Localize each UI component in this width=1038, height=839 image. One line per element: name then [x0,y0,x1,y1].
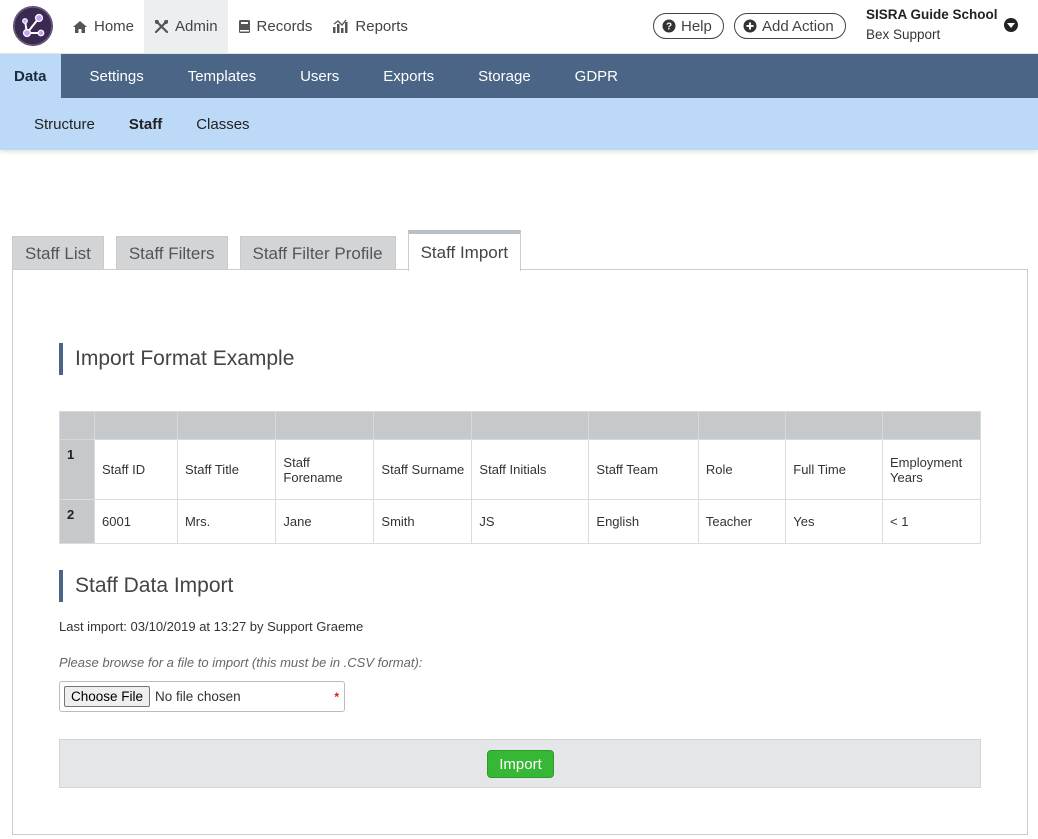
topnav-reports[interactable]: Reports [322,0,418,53]
mainnav-exports[interactable]: Exports [361,54,456,98]
row-number: 1 [59,439,95,500]
table-cell: Teacher [697,499,787,544]
topnav-home-label: Home [94,18,135,35]
add-action-label: Add Action [762,17,834,35]
topnav-records-label: Records [256,18,313,35]
table-header-row [59,411,981,440]
table-header-cell [588,411,699,440]
tab-staff-list[interactable]: Staff List [12,236,104,270]
subnav-classes[interactable]: Classes [179,98,266,150]
mainnav-data[interactable]: Data [0,54,61,98]
table-cell: Employment Years [882,439,981,500]
main-navigation: Data Settings Templates Users Exports St… [0,54,1038,98]
topnav-reports-label: Reports [355,18,408,35]
home-icon [72,20,88,34]
tab-staff-filter-profile[interactable]: Staff Filter Profile [239,236,396,270]
table-cell: < 1 [882,499,981,544]
mainnav-templates[interactable]: Templates [166,54,278,98]
tab-staff-filters[interactable]: Staff Filters [115,236,228,270]
browse-hint-text: Please browse for a file to import (this… [59,655,423,670]
table-cell: Staff Title [176,439,277,500]
tools-icon [154,19,169,34]
subnav-staff[interactable]: Staff [112,98,179,150]
data-import-heading: Staff Data Import [59,570,233,602]
top-navigation: Home Admin Records Reports [62,0,418,53]
plus-circle-icon [743,19,757,33]
table-cell: Staff Surname [373,439,473,500]
required-marker: * [334,690,339,704]
table-cell: Role [697,439,787,500]
svg-text:?: ? [666,22,672,33]
app-logo-icon[interactable] [13,6,53,46]
topnav-admin[interactable]: Admin [144,0,228,53]
topnav-records[interactable]: Records [228,0,323,53]
topnav-admin-label: Admin [175,18,218,35]
no-file-label: No file chosen [155,689,241,704]
table-cell: JS [471,499,590,544]
table-header-corner [59,411,95,440]
table-cell: English [588,499,699,544]
table-row: 1 Staff ID Staff Title Staff Forename St… [59,439,981,500]
table-header-cell [882,411,981,440]
table-cell: Jane [275,499,375,544]
question-circle-icon: ? [662,19,676,33]
table-cell: Yes [785,499,883,544]
sub-navigation: Structure Staff Classes [0,98,1038,150]
chart-icon [332,19,349,34]
file-input[interactable]: Choose File No file chosen * [59,681,345,712]
row-number: 2 [59,499,95,544]
mainnav-storage[interactable]: Storage [456,54,553,98]
staff-tabs: Staff List Staff Filters Staff Filter Pr… [12,230,533,271]
table-header-cell [785,411,883,440]
table-cell: Mrs. [176,499,277,544]
table-cell: Staff ID [94,439,178,500]
account-menu-caret-icon[interactable] [1004,18,1018,32]
table-header-cell [176,411,277,440]
choose-file-button[interactable]: Choose File [64,686,151,707]
last-import-text: Last import: 03/10/2019 at 13:27 by Supp… [59,619,364,634]
mainnav-gdpr[interactable]: GDPR [553,54,640,98]
table-header-cell [373,411,473,440]
import-button[interactable]: Import [487,750,554,778]
table-row: 2 6001 Mrs. Jane Smith JS English Teache… [59,499,981,544]
mainnav-users[interactable]: Users [278,54,361,98]
subnav-structure[interactable]: Structure [17,98,112,150]
school-name: SISRA Guide School [866,7,998,22]
book-icon [238,19,251,34]
table-header-cell [471,411,590,440]
format-example-heading: Import Format Example [59,343,294,375]
table-cell: Staff Initials [471,439,590,500]
table-cell: Full Time [785,439,883,500]
mainnav-settings[interactable]: Settings [61,54,166,98]
top-bar: Home Admin Records Reports ? Help Add Ac… [0,0,1038,54]
add-action-button[interactable]: Add Action [734,13,846,39]
user-name: Bex Support [866,27,941,42]
table-cell: Staff Forename [275,439,375,500]
format-example-table: 1 Staff ID Staff Title Staff Forename St… [59,411,981,544]
help-label: Help [681,17,712,35]
table-cell: Staff Team [588,439,699,500]
table-header-cell [275,411,375,440]
help-button[interactable]: ? Help [653,13,724,39]
table-cell: Smith [373,499,473,544]
table-cell: 6001 [94,499,178,544]
import-action-bar: Import [59,739,981,788]
topnav-home[interactable]: Home [62,0,144,53]
tab-staff-import[interactable]: Staff Import [407,230,522,271]
table-header-cell [94,411,178,440]
table-header-cell [697,411,787,440]
